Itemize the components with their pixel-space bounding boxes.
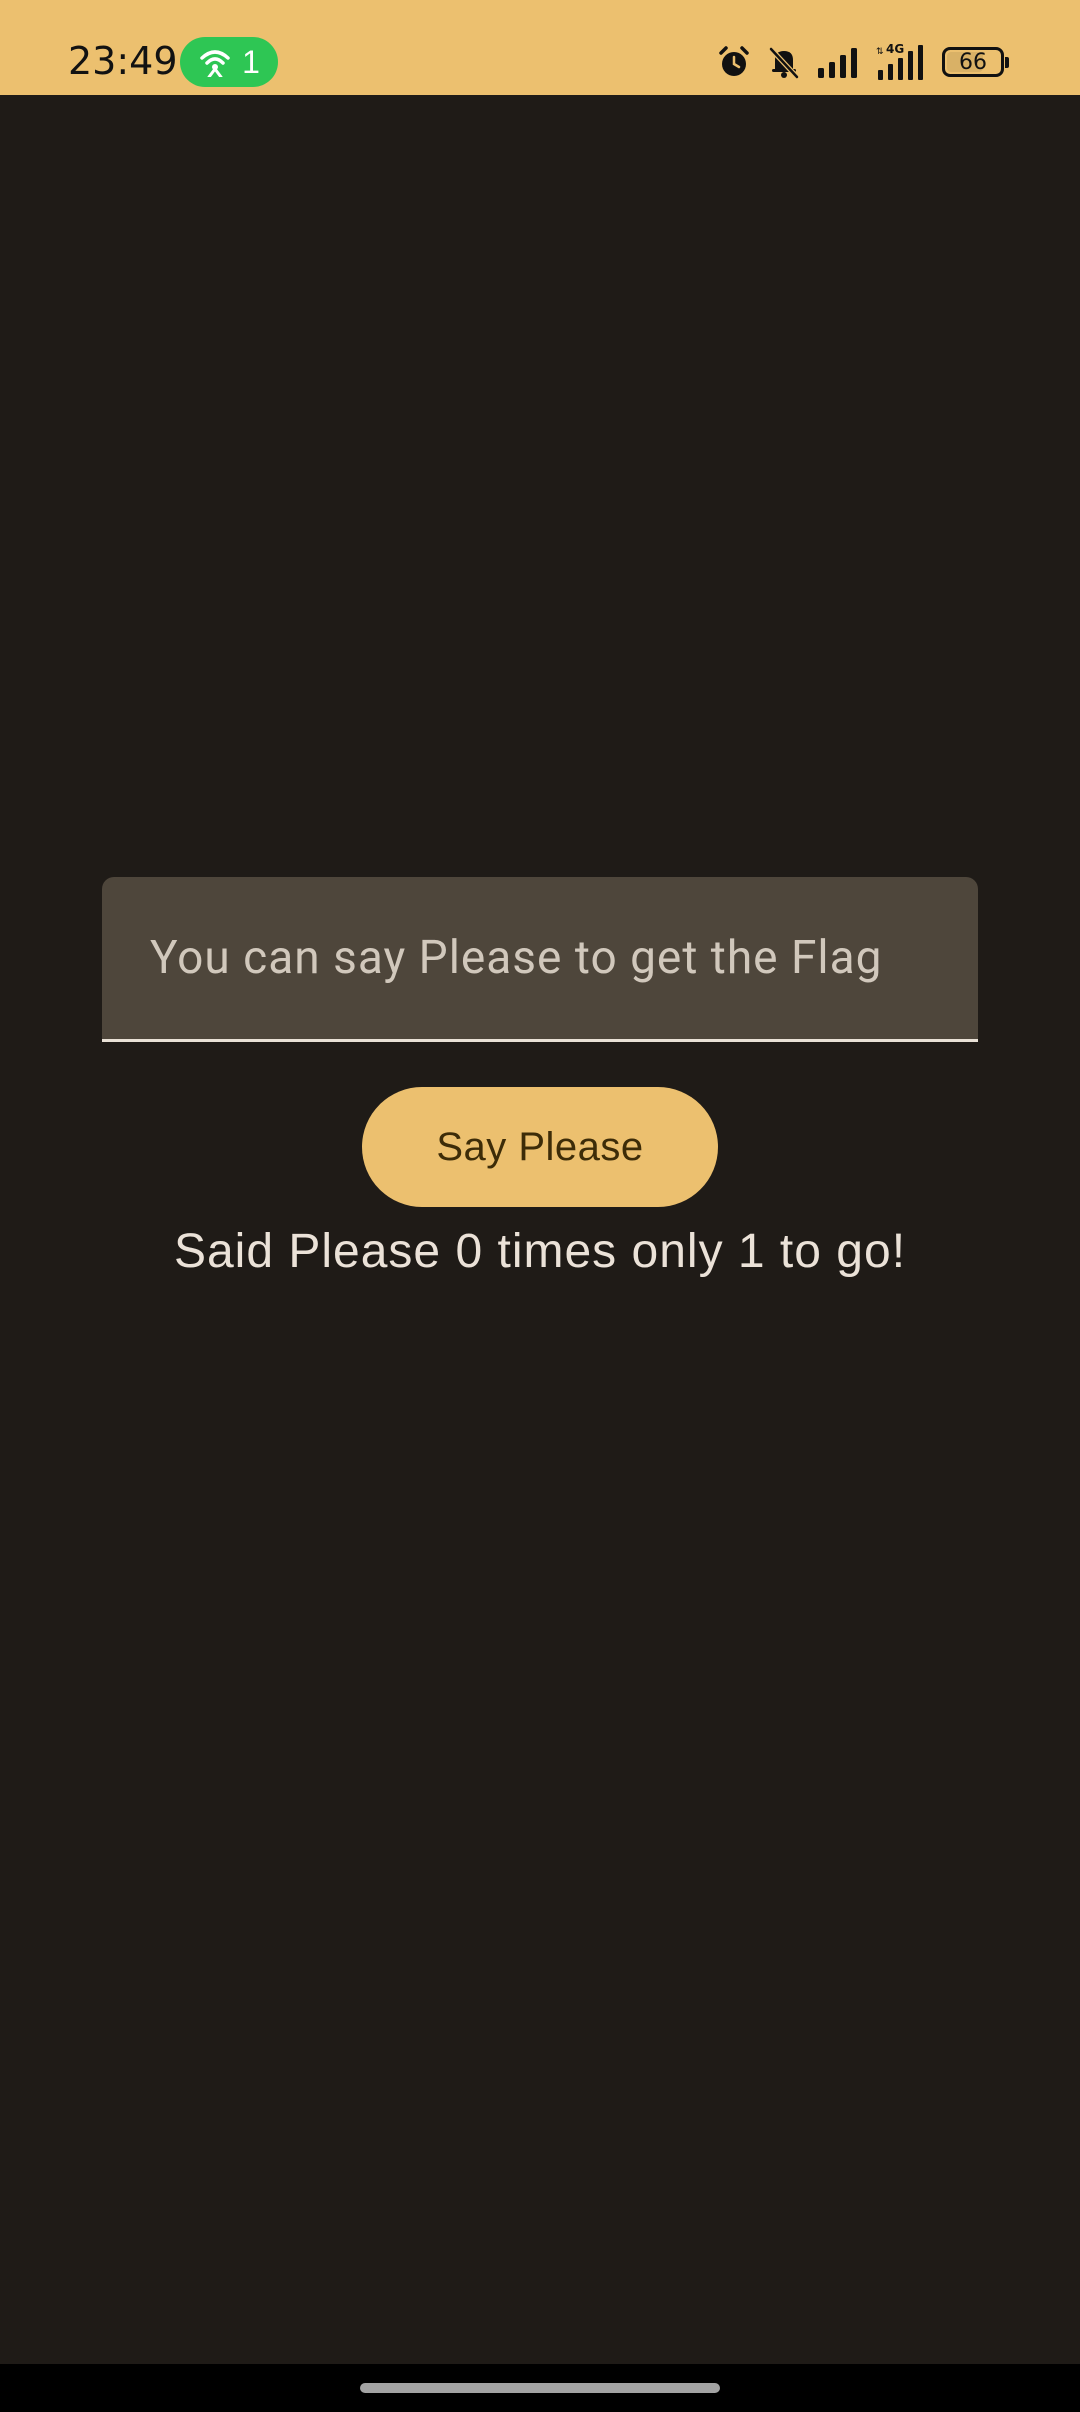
- battery-icon: 66: [942, 47, 1009, 77]
- signal-4g-icon: 4G ⇅: [874, 42, 928, 82]
- status-bar: 23:49 1 4G ⇅ 66: [0, 0, 1080, 95]
- please-counter-text: Said Please 0 times only 1 to go!: [173, 1225, 907, 1278]
- say-please-button[interactable]: Say Please: [362, 1087, 718, 1207]
- hotspot-indicator[interactable]: 1: [180, 37, 278, 87]
- signal-icon: [816, 44, 860, 80]
- home-indicator[interactable]: [360, 2383, 720, 2393]
- hotspot-count: 1: [242, 43, 260, 80]
- svg-text:⇅: ⇅: [876, 47, 884, 57]
- navigation-bar: [0, 2364, 1080, 2412]
- alarm-icon: [716, 44, 752, 80]
- status-icons: 4G ⇅ 66: [716, 40, 1009, 84]
- bell-muted-icon: [766, 44, 802, 80]
- svg-text:4G: 4G: [886, 42, 904, 56]
- status-time: 23:49: [68, 39, 178, 83]
- hotspot-icon: [198, 47, 232, 77]
- battery-level: 66: [959, 49, 987, 75]
- please-text-field[interactable]: [102, 877, 978, 1042]
- please-input[interactable]: [102, 877, 978, 1039]
